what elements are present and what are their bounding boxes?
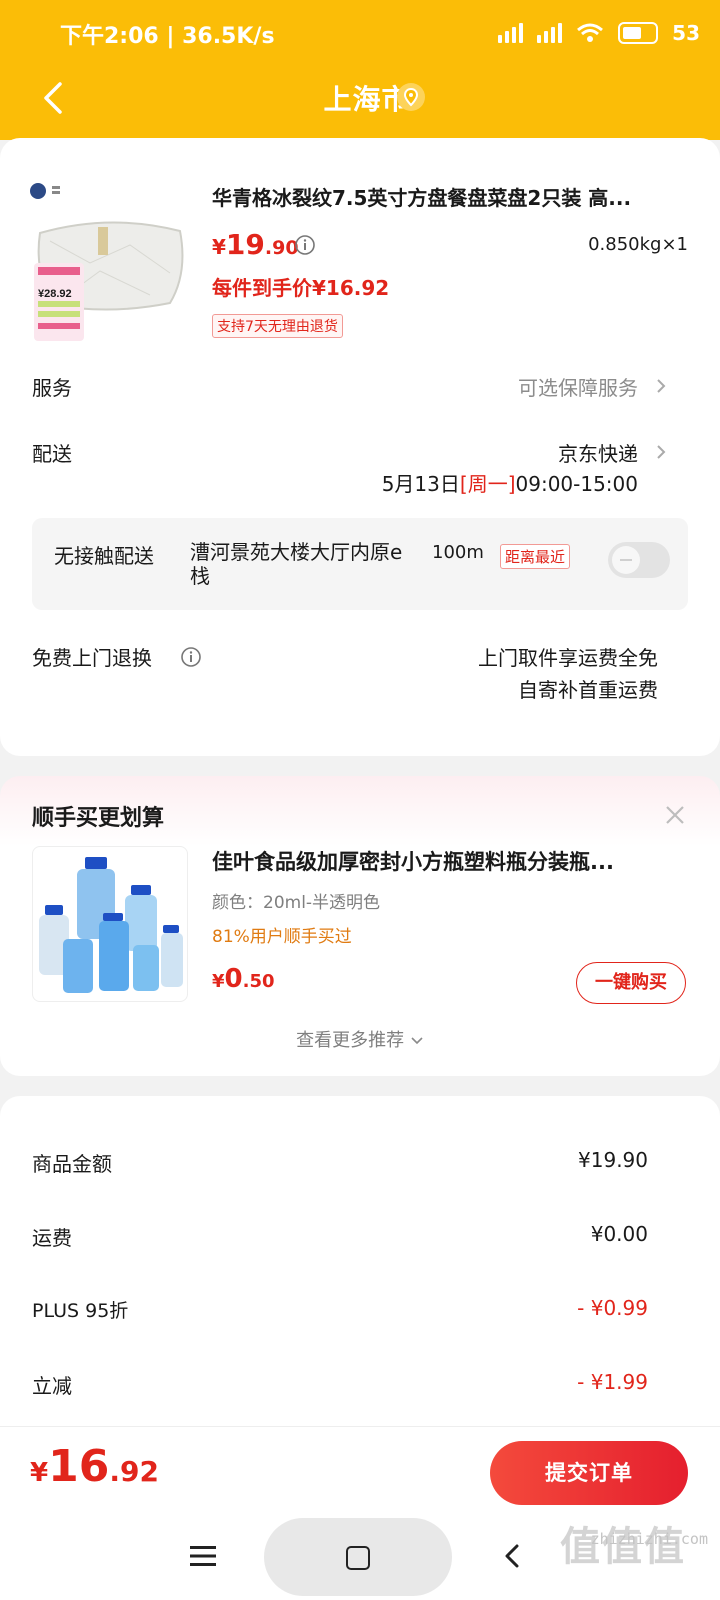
- back-icon[interactable]: [502, 1542, 522, 1570]
- service-value[interactable]: 可选保障服务: [518, 372, 638, 401]
- chevron-down-icon: [411, 1037, 423, 1045]
- summary-value: ¥19.90: [578, 1148, 648, 1172]
- pickup-address: 漕河景苑大楼大厅内原e栈: [190, 540, 403, 588]
- status-bar: 下午2:06 | 36.5K/s 53: [0, 0, 720, 66]
- total-price: ¥16.92: [30, 1441, 159, 1492]
- no-contact-toggle[interactable]: [608, 542, 670, 578]
- net-price: 每件到手价¥16.92: [212, 276, 390, 300]
- home-icon: [346, 1546, 370, 1570]
- service-label: 服务: [32, 376, 72, 400]
- free-return-label: 免费上门退换: [32, 646, 152, 670]
- recommend-thumbnail[interactable]: [32, 846, 188, 1002]
- summary-value: - ¥0.99: [577, 1296, 648, 1320]
- summary-label: 立减: [32, 1374, 72, 1398]
- free-return-line1: 上门取件享运费全免: [478, 646, 658, 670]
- chevron-right-icon[interactable]: [654, 442, 668, 462]
- return-policy-badge: 支持7天无理由退货: [212, 314, 343, 338]
- one-click-buy-button[interactable]: 一键购买: [576, 962, 686, 1004]
- checkout-bar: ¥16.92 提交订单: [0, 1426, 720, 1514]
- info-icon[interactable]: [180, 646, 202, 668]
- no-contact-label: 无接触配送: [54, 544, 154, 568]
- home-button[interactable]: [264, 1518, 452, 1596]
- status-icons: 53: [498, 18, 700, 48]
- weight-quantity: 0.850kg×1: [588, 234, 688, 255]
- see-more-recommend[interactable]: 查看更多推荐: [0, 1026, 720, 1052]
- no-contact-delivery: 无接触配送 漕河景苑大楼大厅内原e栈 100m 距离最近: [32, 518, 688, 610]
- page-title[interactable]: 上海市: [0, 78, 720, 118]
- nearest-badge: 距离最近: [500, 544, 571, 569]
- header: 下午2:06 | 36.5K/s 53 上海市: [0, 0, 720, 140]
- menu-icon[interactable]: [190, 1544, 216, 1568]
- summary-label: PLUS 95折: [32, 1300, 129, 1322]
- recommend-item-spec: 颜色：20ml-半透明色: [212, 893, 381, 913]
- delivery-time[interactable]: 5月13日[周一]09:00-15:00: [382, 468, 638, 497]
- watermark-site: zhizhizhi.com: [590, 1530, 708, 1548]
- delivery-label: 配送: [32, 442, 72, 466]
- recommend-item-price: ¥0.50: [212, 964, 275, 994]
- signal-icon: [498, 23, 524, 43]
- free-return-line2: 自寄补首重运费: [518, 678, 658, 702]
- summary-value: ¥0.00: [590, 1222, 648, 1246]
- recommend-card: 顺手买更划算 佳叶食品级加厚密封小方瓶塑料瓶分装瓶... 颜色：20ml-半透明…: [0, 776, 720, 1076]
- summary-label: 商品金额: [32, 1152, 112, 1176]
- product-thumbnail[interactable]: ¥28.92: [30, 183, 190, 343]
- delivery-carrier[interactable]: 京东快递: [558, 438, 638, 467]
- chevron-right-icon[interactable]: [654, 376, 668, 396]
- order-card: ¥28.92 华青格冰裂纹7.5英寸方盘餐盘菜盘2只装 高... ¥19.90 …: [0, 138, 720, 756]
- product-title[interactable]: 华青格冰裂纹7.5英寸方盘餐盘菜盘2只装 高...: [212, 182, 682, 211]
- wifi-icon: [577, 23, 604, 42]
- price-summary: 商品金额 ¥19.90 运费 ¥0.00 PLUS 95折 - ¥0.99 立减…: [0, 1096, 720, 1426]
- recommend-social-proof: 81%用户顺手买过: [212, 927, 352, 947]
- recommend-item-title[interactable]: 佳叶食品级加厚密封小方瓶塑料瓶分装瓶...: [212, 846, 682, 876]
- thumb-price: ¥28.92: [38, 288, 72, 300]
- location-pin-icon[interactable]: [396, 82, 426, 112]
- product-price: ¥19.90: [212, 228, 299, 261]
- signal-icon: [537, 23, 563, 43]
- summary-label: 运费: [32, 1226, 72, 1250]
- summary-value: - ¥1.99: [577, 1370, 648, 1394]
- info-icon[interactable]: [294, 234, 316, 256]
- battery-icon: [618, 22, 659, 44]
- recommend-title: 顺手买更划算: [32, 806, 165, 831]
- status-time: 下午2:06 | 36.5K/s: [60, 24, 275, 49]
- pickup-distance: 100m: [432, 542, 484, 563]
- battery-level: 53: [672, 21, 700, 45]
- close-icon[interactable]: [664, 804, 686, 826]
- submit-order-button[interactable]: 提交订单: [490, 1441, 688, 1505]
